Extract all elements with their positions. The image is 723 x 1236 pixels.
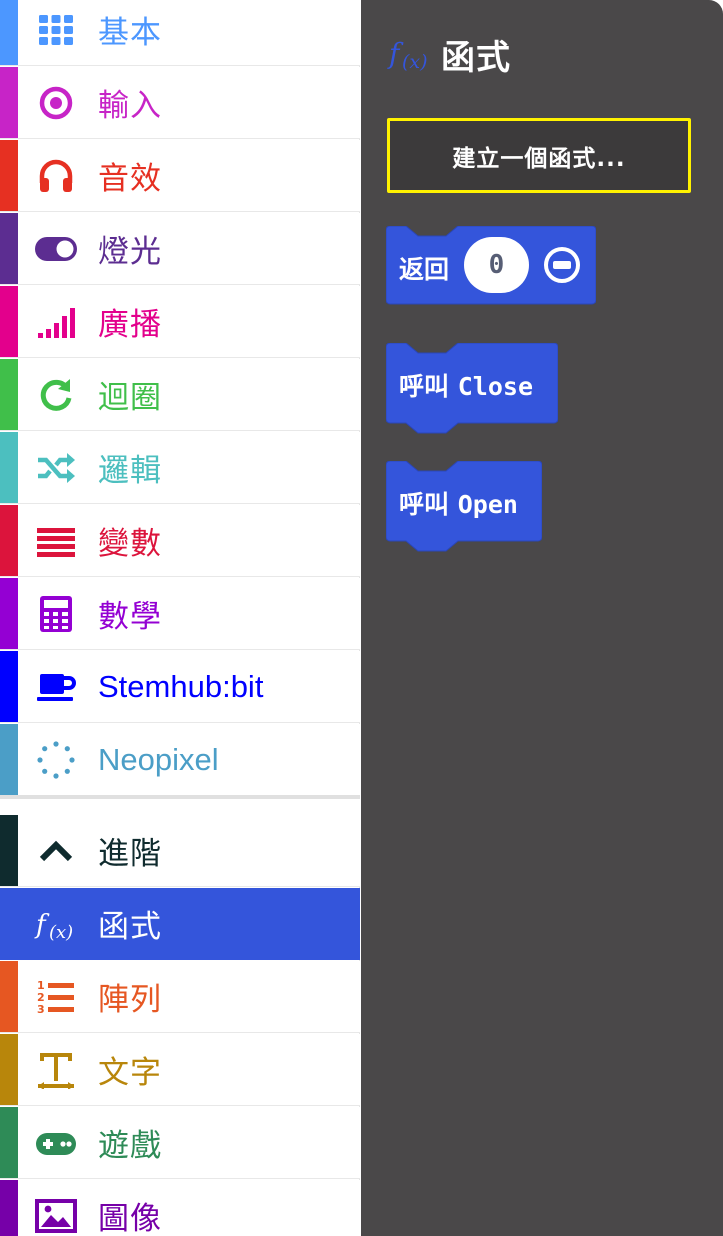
category-label: Stemhub:bit <box>98 668 264 704</box>
svg-text:(x): (x) <box>402 51 428 73</box>
category-label: 燈光 <box>98 234 162 270</box>
category-color-bar <box>0 815 18 886</box>
signal-bars-icon <box>34 303 78 341</box>
category-label: 迴圈 <box>98 380 162 416</box>
call-block-text: 呼叫 Close <box>399 372 533 401</box>
minus-circle-icon[interactable] <box>544 247 580 283</box>
category-loops[interactable]: 迴圈 <box>0 359 360 431</box>
toolbox-separator <box>0 795 360 815</box>
category-radio[interactable]: 廣播 <box>0 286 360 358</box>
category-label: 變數 <box>98 526 162 562</box>
category-math[interactable]: 數學 <box>0 578 360 650</box>
category-neopixel[interactable]: Neopixel <box>0 724 360 796</box>
numbered-list-icon: 123 <box>34 978 78 1016</box>
category-label: 音效 <box>98 161 162 197</box>
category-color-bar <box>0 359 18 430</box>
category-game[interactable]: 遊戲 <box>0 1107 360 1179</box>
category-color-bar <box>0 1180 18 1236</box>
grid-icon <box>34 11 78 49</box>
category-label: Neopixel <box>98 741 219 777</box>
call-close-block[interactable]: 呼叫 Close <box>386 343 558 436</box>
return-block[interactable]: 返回 0 <box>386 226 596 306</box>
category-color-bar <box>0 651 18 722</box>
category-color-bar <box>0 505 18 576</box>
category-label: 廣播 <box>98 307 162 343</box>
call-block-text: 呼叫 Open <box>399 490 518 519</box>
category-functions[interactable]: f (x) 函式 <box>0 888 360 960</box>
category-input[interactable]: 輸入 <box>0 67 360 139</box>
category-label: 數學 <box>98 599 162 635</box>
category-label: 進階 <box>98 836 162 872</box>
category-images[interactable]: 圖像 <box>0 1180 360 1236</box>
category-color-bar <box>0 286 18 357</box>
category-advanced[interactable]: 進階 <box>0 815 360 887</box>
svg-text:3: 3 <box>37 1003 45 1016</box>
category-label: 文字 <box>98 1055 162 1091</box>
toolbox: 基本 輸入 音效 燈光 廣播 迴圈 邏輯 變數 數學 Stemhub:bit N… <box>0 0 360 1236</box>
block-flyout: f (x) 函式 建立一個函式... 返回 0 呼叫 Close 呼叫 Open <box>361 0 723 1236</box>
return-label: 返回 <box>399 255 450 284</box>
flyout-title: 函式 <box>441 38 511 78</box>
category-label: 邏輯 <box>98 453 162 489</box>
category-arrays[interactable]: 123 陣列 <box>0 961 360 1033</box>
category-label: 遊戲 <box>98 1128 162 1164</box>
dotted-circle-icon <box>34 741 78 779</box>
category-color-bar <box>0 1107 18 1178</box>
coffee-cup-icon <box>34 668 78 706</box>
image-icon <box>34 1197 78 1235</box>
return-value-input[interactable]: 0 <box>464 237 529 293</box>
function-icon: f (x) <box>34 905 78 943</box>
text-icon <box>34 1051 78 1089</box>
category-led[interactable]: 燈光 <box>0 213 360 285</box>
category-color-bar <box>0 0 18 65</box>
gamepad-icon <box>34 1124 78 1162</box>
flyout-header: f (x) 函式 <box>387 30 511 79</box>
function-icon: f (x) <box>387 31 431 79</box>
category-label: 陣列 <box>98 982 162 1018</box>
category-label: 圖像 <box>98 1201 162 1236</box>
category-music[interactable]: 音效 <box>0 140 360 212</box>
target-icon <box>34 84 78 122</box>
category-color-bar <box>0 67 18 138</box>
category-variables[interactable]: 變數 <box>0 505 360 577</box>
category-label: 輸入 <box>98 88 162 124</box>
svg-text:(x): (x) <box>49 922 73 943</box>
make-function-button[interactable]: 建立一個函式... <box>387 118 691 193</box>
category-basic[interactable]: 基本 <box>0 0 360 66</box>
svg-text:f: f <box>34 910 50 940</box>
list-lines-icon <box>34 522 78 560</box>
category-color-bar <box>0 724 18 795</box>
category-color-bar <box>0 578 18 649</box>
category-label: 基本 <box>98 15 162 51</box>
category-color-bar <box>0 213 18 284</box>
category-label: 函式 <box>98 909 162 945</box>
category-text[interactable]: 文字 <box>0 1034 360 1106</box>
shuffle-icon <box>34 449 78 487</box>
call-open-block[interactable]: 呼叫 Open <box>386 461 542 554</box>
category-stemhub-bit[interactable]: Stemhub:bit <box>0 651 360 723</box>
refresh-icon <box>34 376 78 414</box>
category-logic[interactable]: 邏輯 <box>0 432 360 504</box>
category-color-bar <box>0 961 18 1032</box>
calculator-icon <box>34 595 78 633</box>
headphones-icon <box>34 157 78 195</box>
chevron-up-icon <box>34 832 78 870</box>
category-color-bar <box>0 140 18 211</box>
toggle-icon <box>34 230 78 268</box>
category-color-bar <box>0 1034 18 1105</box>
category-color-bar <box>0 432 18 503</box>
category-color-bar <box>0 888 18 959</box>
